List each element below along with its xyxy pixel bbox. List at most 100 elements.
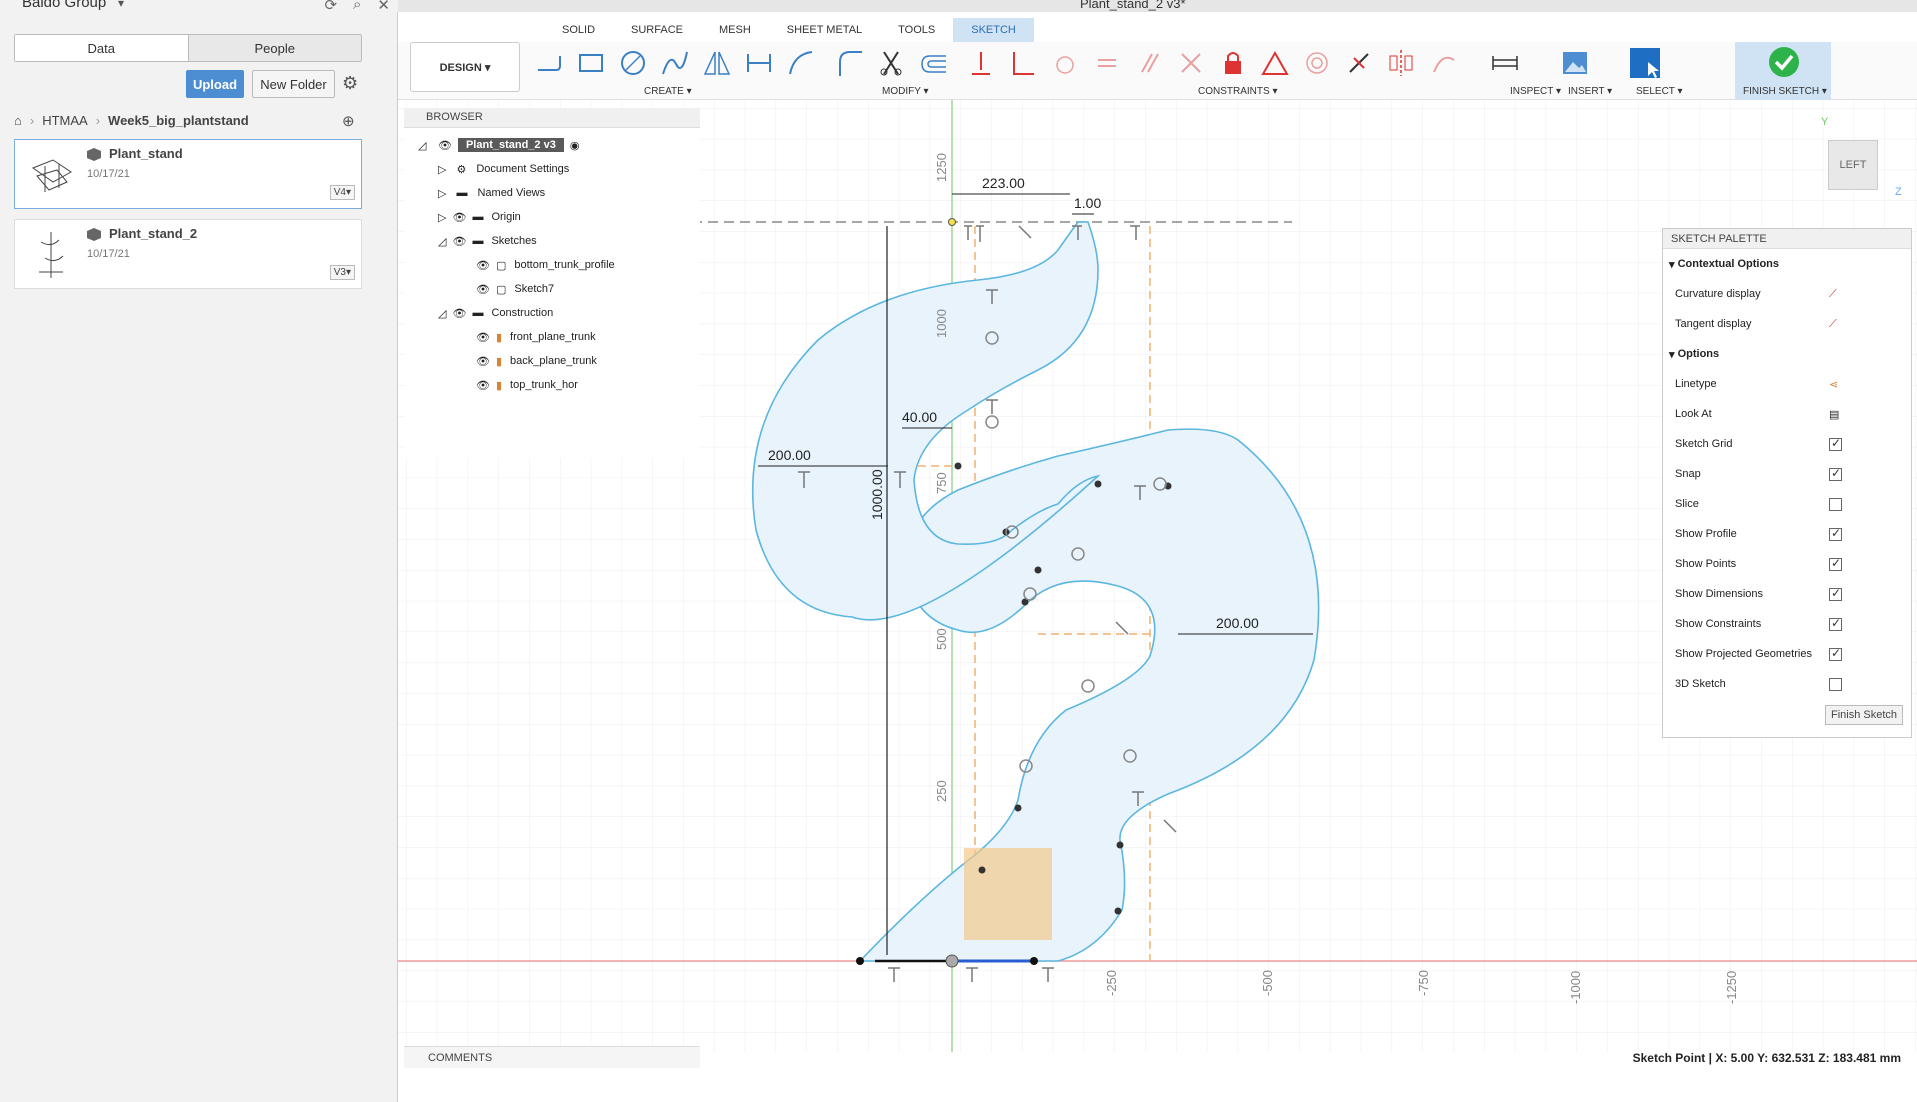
sketch-point[interactable] [978,866,986,874]
tangent-display-row[interactable]: Tangent display ⟋ [1663,309,1911,339]
search-icon[interactable]: ⌕ [353,0,361,14]
show-dimensions-checkbox[interactable] [1829,586,1842,601]
3d-sketch-row[interactable]: 3D Sketch [1663,669,1911,699]
horizontal-vertical-constraint-icon[interactable] [964,46,998,80]
rectangle-icon[interactable] [574,46,608,80]
circle-icon[interactable] [616,46,650,80]
file-name[interactable]: Plant_stand_2 [109,226,197,241]
finish-sketch-button[interactable]: Finish Sketch [1824,705,1903,725]
measure-icon[interactable] [1488,46,1522,80]
sketch-point[interactable] [1094,480,1102,488]
constraints-menu[interactable]: CONSTRAINTS ▾ [1198,86,1277,97]
eye-icon[interactable]: 👁 [476,331,490,344]
spline-icon[interactable] [658,46,692,80]
tree-item-label[interactable]: Sketches [491,235,536,247]
contextual-options-header[interactable]: ▾ Contextual Options [1663,249,1911,279]
sketch-grid-checkbox[interactable] [1829,436,1842,451]
mirror-icon[interactable] [700,46,734,80]
tree-item-front-plane-trunk[interactable]: 👁 ▮ front_plane_trunk [476,326,596,348]
upload-button[interactable]: Upload [186,70,244,98]
tree-item-label[interactable]: bottom_trunk_profile [514,259,614,271]
eye-icon[interactable]: 👁 [452,235,466,248]
collapse-icon[interactable]: ◿ [438,307,446,320]
show-profile-checkbox[interactable] [1829,526,1842,541]
home-icon[interactable]: ⌂ [14,113,22,128]
sketch-point[interactable] [1114,907,1122,915]
origin-point[interactable] [945,954,959,968]
show-points-checkbox[interactable] [1829,556,1842,571]
sketch-grid-row[interactable]: Sketch Grid [1663,429,1911,459]
design-workspace-button[interactable]: DESIGN ▾ [410,42,520,92]
selected-region[interactable] [964,848,1052,940]
dimension-223[interactable]: 223.00 [982,175,1025,191]
sketch-point[interactable] [948,218,956,226]
tab-people[interactable]: People [187,35,361,61]
eye-icon[interactable]: 👁 [438,139,452,152]
expand-icon[interactable]: ▷ [438,211,446,224]
new-folder-button[interactable]: New Folder [252,70,335,98]
snap-row[interactable]: Snap [1663,459,1911,489]
show-projected-row[interactable]: Show Projected Geometries [1663,639,1911,669]
snap-checkbox[interactable] [1829,466,1842,481]
dimension-1[interactable]: 1.00 [1074,195,1101,211]
look-at-row[interactable]: Look At ▤ [1663,399,1911,429]
tree-root[interactable]: ◿ 👁 Plant_stand_2 v3 ◉ [418,134,579,156]
show-constraints-row[interactable]: Show Constraints [1663,609,1911,639]
file-card[interactable]: Plant_stand 10/17/21 V4▾ [14,139,362,209]
gear-icon[interactable]: ⚙ [342,73,358,94]
trim-icon[interactable] [874,46,908,80]
create-menu[interactable]: CREATE ▾ [644,86,692,97]
inspect-menu[interactable]: INSPECT ▾ [1510,86,1561,97]
symmetry-constraint-icon[interactable] [1384,46,1418,80]
close-icon[interactable]: ✕ [377,0,390,14]
perpendicular-constraint-icon[interactable] [1006,46,1040,80]
viewcube[interactable]: LEFT [1828,140,1878,190]
select-menu[interactable]: SELECT ▾ [1636,86,1683,97]
version-badge[interactable]: V4▾ [329,185,355,200]
tangent-constraint-icon[interactable] [1048,46,1082,80]
expand-icon[interactable]: ▷ [438,163,446,176]
equal-constraint-icon[interactable] [1090,46,1124,80]
tab-mesh[interactable]: MESH [701,18,769,42]
tab-data[interactable]: Data [15,35,188,61]
midpoint-constraint-icon[interactable] [1342,46,1376,80]
curvature-constraint-icon[interactable] [1426,46,1460,80]
tab-sheet-metal[interactable]: SHEET METAL [769,18,880,42]
eye-off-icon[interactable]: 👁 [476,355,490,368]
offset-icon[interactable] [916,46,950,80]
refresh-icon[interactable]: ⟳ [324,0,337,14]
eye-icon[interactable]: 👁 [476,283,490,296]
tree-item-sketches[interactable]: ◿ 👁 ▬ Sketches [438,230,537,252]
sketch-point[interactable] [1030,957,1038,965]
tree-item-label[interactable]: Origin [491,211,520,223]
tree-item-document-settings[interactable]: ▷ ⚙ Document Settings [438,158,569,180]
tab-surface[interactable]: SURFACE [613,18,701,42]
sketch-point[interactable] [856,957,864,965]
show-dimensions-row[interactable]: Show Dimensions [1663,579,1911,609]
tree-item-label[interactable]: Construction [491,307,553,319]
activate-icon[interactable]: ◉ [570,139,580,152]
show-projected-checkbox[interactable] [1829,646,1842,661]
options-header[interactable]: ▾ Options [1663,339,1911,369]
file-card[interactable]: Plant_stand_2 10/17/21 V3▾ [14,219,362,289]
insert-image-icon[interactable] [1558,46,1592,80]
tree-item-back-plane-trunk[interactable]: 👁 ▮ back_plane_trunk [476,350,597,372]
curvature-display-row[interactable]: Curvature display ⟋ [1663,279,1911,309]
coincident-constraint-icon[interactable] [1174,46,1208,80]
construction-linetype-icon[interactable]: ⋖ [1829,378,1838,391]
show-profile-row[interactable]: Show Profile [1663,519,1911,549]
tree-item-sketch7[interactable]: 👁 ▢ Sketch7 [476,278,554,300]
file-name[interactable]: Plant_stand [109,146,183,161]
finish-sketch-menu[interactable]: FINISH SKETCH ▾ [1743,86,1827,97]
fillet-icon[interactable] [832,46,866,80]
concentric-constraint-icon[interactable] [1300,46,1334,80]
globe-icon[interactable]: ⊕ [342,112,355,130]
3d-sketch-checkbox[interactable] [1829,678,1842,691]
eye-icon[interactable]: 👁 [476,379,490,392]
select-icon[interactable] [1628,46,1662,80]
slice-row[interactable]: Slice [1663,489,1911,519]
comments-panel[interactable]: COMMENTS [404,1046,700,1068]
look-at-icon[interactable]: ▤ [1829,408,1839,421]
show-constraints-checkbox[interactable] [1829,616,1842,631]
tree-item-top-trunk-hor[interactable]: 👁 ▮ top_trunk_hor [476,374,578,396]
